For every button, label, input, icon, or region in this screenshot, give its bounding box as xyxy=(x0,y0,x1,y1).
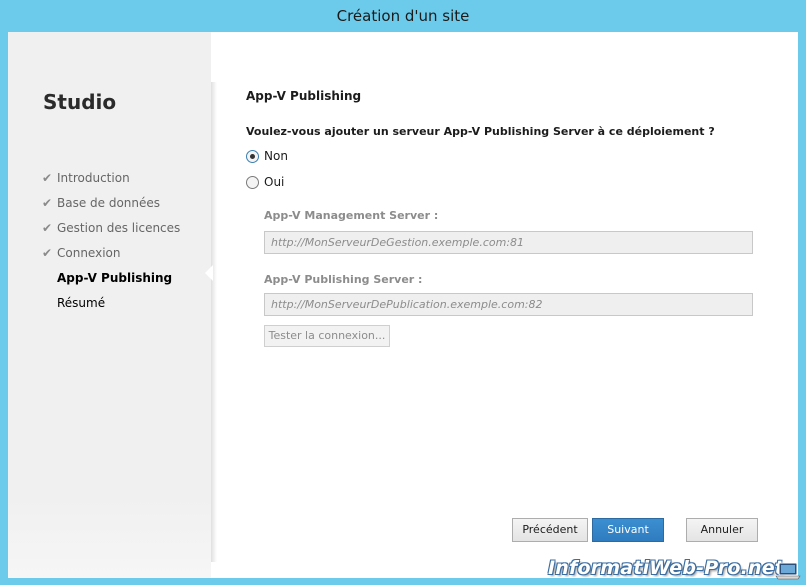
step-database: ✔ Base de données xyxy=(42,191,180,216)
previous-button[interactable]: Précédent xyxy=(512,518,588,542)
checkmark-icon: ✔ xyxy=(42,196,53,210)
step-licensing: ✔ Gestion des licences xyxy=(42,216,180,241)
step-summary: Résumé xyxy=(42,291,180,316)
active-step-pointer xyxy=(205,265,213,281)
step-introduction: ✔ Introduction xyxy=(42,166,180,191)
laptop-icon xyxy=(775,562,801,580)
management-server-label: App-V Management Server : xyxy=(264,209,439,222)
section-title: App-V Publishing xyxy=(246,89,362,103)
wizard-client-area: Studio ✔ Introduction ✔ Base de données … xyxy=(8,32,798,578)
management-server-input[interactable]: http://MonServeurDeGestion.exemple.com:8… xyxy=(264,231,753,254)
sidebar-divider xyxy=(211,82,217,562)
watermark-text: InformatiWeb-Pro.net xyxy=(548,557,785,579)
step-label: Base de données xyxy=(57,196,161,210)
wizard-window: Création d'un site Studio ✔ Introduction… xyxy=(0,0,806,585)
publishing-server-label: App-V Publishing Server : xyxy=(264,273,423,286)
wizard-sidebar: Studio ✔ Introduction ✔ Base de données … xyxy=(8,32,211,578)
checkmark-icon: ✔ xyxy=(42,171,53,185)
step-connection: ✔ Connexion xyxy=(42,241,180,266)
step-appv-publishing: App-V Publishing xyxy=(42,266,180,291)
question-text: Voulez-vous ajouter un serveur App-V Pub… xyxy=(246,125,715,138)
publishing-server-input[interactable]: http://MonServeurDePublication.exemple.c… xyxy=(264,293,753,316)
wizard-steps: ✔ Introduction ✔ Base de données ✔ Gesti… xyxy=(42,166,180,316)
step-label: Résumé xyxy=(57,296,106,310)
wizard-content: App-V Publishing Voulez-vous ajouter un … xyxy=(246,32,798,578)
radio-no[interactable]: Non xyxy=(246,149,288,163)
checkmark-icon: ✔ xyxy=(42,246,53,260)
cancel-button[interactable]: Annuler xyxy=(686,518,758,542)
step-label: Connexion xyxy=(57,246,121,260)
test-connection-button[interactable]: Tester la connexion... xyxy=(264,325,390,347)
step-label: Gestion des licences xyxy=(57,221,181,235)
step-label: Introduction xyxy=(57,171,130,185)
step-label: App-V Publishing xyxy=(57,271,173,285)
radio-selected-icon[interactable] xyxy=(246,149,259,163)
radio-yes[interactable]: Oui xyxy=(246,175,284,189)
radio-unselected-icon[interactable] xyxy=(246,175,259,189)
radio-yes-label: Oui xyxy=(264,175,285,189)
sidebar-heading: Studio xyxy=(43,90,117,114)
radio-no-label: Non xyxy=(264,149,288,163)
next-button[interactable]: Suivant xyxy=(592,518,664,542)
checkmark-icon: ✔ xyxy=(42,221,53,235)
window-title: Création d'un site xyxy=(336,7,470,25)
